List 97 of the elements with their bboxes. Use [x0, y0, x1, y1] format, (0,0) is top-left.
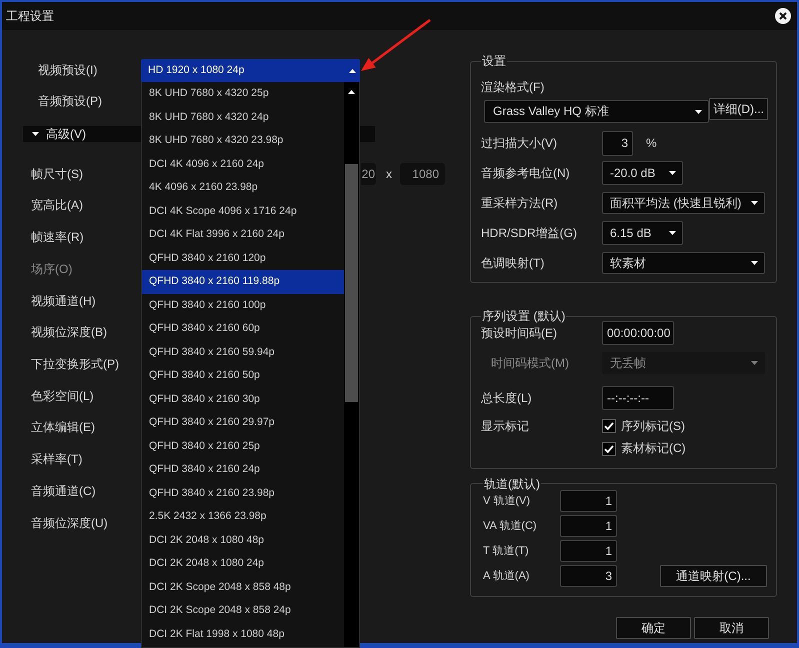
input-field[interactable]: 3 — [602, 130, 633, 156]
dropdown-option[interactable]: QFHD 3840 x 2160 50p — [142, 364, 344, 388]
dropdown-option[interactable]: DCI 2K Scope 2048 x 858 48p — [142, 576, 344, 599]
dropdown-option[interactable]: DCI 2K Flat 1998 x 1080 48p — [142, 622, 344, 646]
field-label: 色彩空间(L) — [31, 388, 94, 404]
dropdown-option[interactable]: 8K UHD 7680 x 4320 25p — [142, 82, 344, 106]
field-label: 视频位深度(B) — [31, 325, 107, 340]
window-title: 工程设置 — [6, 8, 54, 24]
dropdown-option[interactable]: QFHD 3840 x 2160 29.97p — [142, 411, 344, 434]
check-icon — [604, 444, 614, 453]
field-label: 色调映射(T) — [481, 256, 546, 270]
field-label: V 轨道(V) — [483, 494, 532, 508]
field-label: 时间码模式(M) — [490, 356, 570, 370]
caret-down-icon — [669, 171, 676, 175]
field-label: 帧速率(R) — [31, 230, 84, 244]
dimension-separator: x — [386, 166, 392, 182]
dropdown-option[interactable]: DCI 2K Scope 2048 x 858 24p — [142, 599, 344, 622]
group-title: 序列设置 (默认) — [481, 309, 566, 323]
group-title: 设置 — [481, 54, 507, 68]
field-label: 过扫描大小(V) — [481, 136, 558, 150]
field-label: 总长度(L) — [481, 390, 533, 406]
field-label: 音频预设(P) — [38, 94, 103, 109]
field-label: 下拉变换形式(P) — [31, 356, 119, 372]
input-field[interactable]: 3 — [560, 565, 617, 588]
dropdown-option[interactable]: DCI 2K 2048 x 1080 24p — [142, 552, 344, 576]
dropdown-option[interactable]: QFHD 3840 x 2160 25p — [142, 434, 344, 458]
field-label: HDR/SDR增益(G) — [481, 226, 578, 240]
field-label: 预设时间码(E) — [481, 326, 558, 340]
dropdown[interactable]: -20.0 dB — [602, 161, 683, 185]
caret-down-icon — [751, 261, 758, 265]
dropdown-option[interactable]: QFHD 3840 x 2160 24p — [142, 458, 344, 482]
field-label: VA 轨道(C) — [483, 520, 538, 533]
dialog-button[interactable]: 确定 — [616, 616, 691, 639]
dropdown-option[interactable]: DCI 2K 2048 x 1080 48p — [142, 528, 344, 552]
height-field[interactable]: 1080 — [400, 162, 445, 185]
caret-down-icon — [751, 201, 758, 205]
dropdown-option[interactable]: DCI 4K 4096 x 2160 24p — [142, 152, 344, 176]
scroll-up-icon — [348, 90, 355, 94]
dropdown[interactable]: 软素材 — [602, 252, 765, 274]
dropdown-option[interactable]: QFHD 3840 x 2160 59.94p — [142, 340, 344, 364]
group-title: 轨道(默认) — [483, 476, 541, 491]
field-label: A 轨道(A) — [483, 570, 530, 583]
field-label: 采样率(T) — [31, 452, 82, 467]
annotation-arrow — [360, 19, 432, 73]
caret-down-icon — [32, 132, 39, 136]
dropdown[interactable]: 6.15 dB — [602, 221, 683, 245]
field-label: 重采样方法(R) — [481, 196, 559, 210]
dropdown[interactable]: Grass Valley HQ 标准 — [484, 100, 710, 123]
field-label: 场序(O) — [31, 262, 72, 276]
field-label: T 轨道(T) — [483, 544, 530, 558]
dropdown-option[interactable]: DCI 4K Scope 4096 x 1716 24p — [142, 200, 344, 223]
width-field[interactable]: 20 — [361, 162, 376, 185]
unit-label: % — [646, 136, 657, 150]
input-field[interactable]: 1 — [560, 490, 617, 512]
check-icon — [604, 422, 614, 430]
dropdown-option[interactable]: 8K UHD 7680 x 4320 23.98p — [142, 129, 344, 152]
input-field[interactable]: 1 — [560, 540, 617, 562]
preset-dropdown[interactable]: HD 1920 x 1080 24p — [141, 59, 360, 82]
field-label: 视频通道(H) — [31, 294, 96, 308]
dropdown-option[interactable]: 4K 4096 x 2160 23.98p — [142, 176, 344, 200]
field-label: 帧尺寸(S) — [31, 166, 84, 182]
dialog-button[interactable]: 取消 — [694, 616, 769, 639]
checkbox[interactable] — [602, 419, 616, 434]
field-label: 立体编辑(E) — [31, 420, 95, 435]
dropdown-option[interactable]: DCI 4K Flat 3996 x 2160 24p — [142, 223, 344, 246]
dropdown-option[interactable]: QFHD 3840 x 2160 119.88p — [142, 270, 344, 294]
field-label: 音频参考电位(N) — [481, 166, 571, 180]
close-icon — [775, 8, 791, 24]
dropdown-option[interactable]: QFHD 3840 x 2160 23.98p — [142, 482, 344, 505]
dropdown-option[interactable]: QFHD 3840 x 2160 100p — [142, 294, 344, 317]
dropdown-option[interactable]: QFHD 3840 x 2160 120p — [142, 246, 344, 270]
field-label: 视频预设(I) — [38, 63, 98, 78]
input-field[interactable]: 00:00:00:00 — [602, 321, 674, 345]
dropdown[interactable]: 面积平均法 (快速且锐利) — [602, 192, 765, 214]
dropdown-option[interactable]: 2.5K 2432 x 1366 23.98p — [142, 505, 344, 528]
input-field[interactable]: --:--:--:-- — [602, 386, 674, 410]
scrollbar-thumb[interactable] — [345, 164, 358, 402]
caret-down-icon — [751, 361, 758, 365]
field-label: 宽高比(A) — [31, 198, 83, 213]
field-label: 音频通道(C) — [31, 484, 96, 498]
caret-down-icon — [695, 110, 702, 114]
dropdown-option[interactable]: 8K UHD 7680 x 4320 24p — [142, 106, 344, 129]
channel-map-button[interactable]: 通道映射(C)... — [660, 565, 767, 588]
dropdown-option[interactable]: QFHD 3840 x 2160 60p — [142, 317, 344, 340]
checkbox[interactable] — [602, 442, 616, 456]
field-label: 音频位深度(U) — [31, 516, 108, 530]
scrollbar[interactable] — [344, 82, 359, 647]
caret-down-icon — [669, 231, 676, 235]
field-label: 显示标记 — [481, 418, 530, 434]
field-label: 渲染格式(F) — [481, 79, 546, 95]
details-button[interactable]: 详细(D)... — [709, 98, 768, 120]
close-button[interactable] — [775, 8, 791, 24]
checkbox-label[interactable]: 素材标记(C) — [621, 441, 686, 456]
checkbox-label[interactable]: 序列标记(S) — [621, 419, 685, 434]
input-field[interactable]: 1 — [560, 515, 617, 538]
dropdown-option[interactable]: QFHD 3840 x 2160 30p — [142, 388, 344, 411]
caret-up-icon — [349, 68, 356, 72]
